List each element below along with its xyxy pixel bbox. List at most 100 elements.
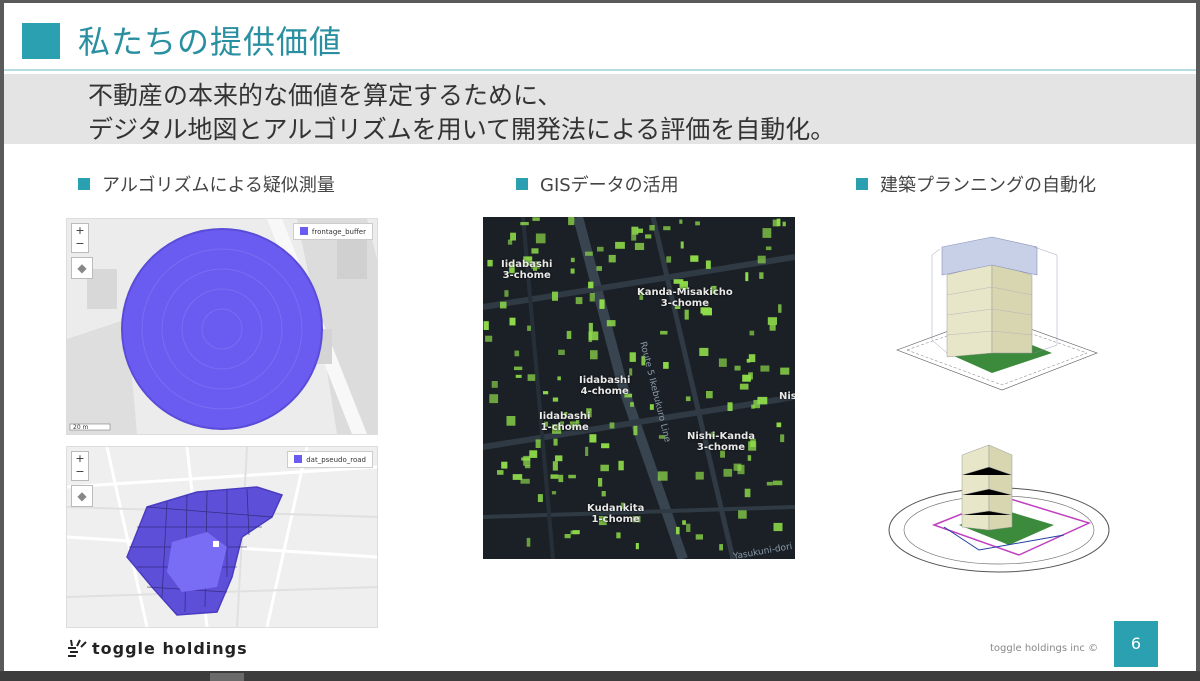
gis-building-footprint bbox=[772, 480, 783, 486]
gis-building-footprint bbox=[769, 324, 776, 331]
gis-building-footprint bbox=[666, 256, 672, 263]
subtitle-band: 不動産の本来的な価値を算定するために、 デジタル地図とアルゴリズムを用いて開発法… bbox=[4, 74, 1196, 144]
section-heading-survey: アルゴリズムによる疑似測量 bbox=[78, 171, 335, 197]
gis-building-footprint bbox=[507, 239, 513, 245]
brand-logo: toggle holdings bbox=[66, 639, 248, 658]
gis-building-footprint bbox=[759, 272, 764, 279]
gis-building-footprint bbox=[778, 304, 782, 313]
gis-building-footprint bbox=[589, 293, 595, 302]
gis-building-footprint bbox=[596, 266, 602, 271]
gis-building-footprint bbox=[765, 246, 772, 251]
gis-building-footprint bbox=[510, 232, 516, 241]
gis-building-footprint bbox=[557, 376, 561, 381]
gis-building-footprint bbox=[558, 349, 565, 355]
gis-building-footprint bbox=[570, 268, 575, 274]
gis-building-footprint bbox=[695, 534, 703, 540]
page-title: 私たちの提供価値 bbox=[78, 23, 343, 61]
gis-building-footprint bbox=[597, 246, 604, 252]
frontage-buffer-map[interactable]: + − ◆ frontage_buffer 20 m bbox=[66, 218, 378, 435]
gis-map: Iidabashi 3-chome Kanda-Misakicho 3-chome … bbox=[483, 217, 795, 559]
gis-building-footprint bbox=[663, 362, 669, 369]
pseudo-road-map[interactable]: + − ◆ dat_pseudo_road bbox=[66, 446, 378, 628]
gis-building-footprint bbox=[529, 450, 538, 458]
zoom-controls[interactable]: + − bbox=[71, 451, 89, 481]
gis-building-footprint bbox=[609, 422, 615, 429]
gis-building-footprint bbox=[660, 330, 668, 335]
gis-building-footprint bbox=[739, 383, 749, 390]
gis-building-footprint bbox=[552, 461, 558, 471]
map-legend: frontage_buffer bbox=[292, 223, 373, 240]
gis-building-footprint bbox=[566, 330, 572, 339]
gis-building-footprint bbox=[734, 365, 741, 371]
gis-building-footprint bbox=[685, 396, 691, 402]
gis-building-footprint bbox=[575, 297, 583, 305]
gis-building-footprint bbox=[772, 219, 779, 227]
gis-building-footprint bbox=[527, 325, 531, 331]
building-plan-render-1 bbox=[896, 236, 1098, 391]
gis-building-footprint bbox=[744, 488, 751, 498]
gis-building-footprint bbox=[606, 320, 616, 327]
zoom-controls[interactable]: + − bbox=[71, 223, 89, 253]
gis-building-footprint bbox=[483, 321, 489, 330]
gis-building-footprint bbox=[776, 422, 782, 428]
viewer-bottom-bar bbox=[0, 671, 1200, 681]
gis-building-footprint bbox=[780, 434, 785, 443]
viewer-scroll-thumb[interactable] bbox=[210, 673, 244, 681]
gis-building-footprint bbox=[514, 350, 520, 357]
layers-icon[interactable]: ◆ bbox=[71, 485, 93, 507]
zoom-in-button[interactable]: + bbox=[75, 452, 84, 465]
gis-building-footprint bbox=[695, 221, 700, 226]
gis-building-footprint bbox=[570, 257, 575, 263]
gis-building-footprint bbox=[509, 317, 516, 326]
gis-building-footprint bbox=[491, 381, 498, 388]
gis-building-footprint bbox=[663, 226, 671, 231]
gis-building-footprint bbox=[590, 350, 598, 360]
gis-building-footprint bbox=[504, 290, 509, 297]
zoom-in-button[interactable]: + bbox=[75, 224, 84, 237]
gis-building-footprint bbox=[733, 463, 742, 471]
gis-building-footprint bbox=[553, 438, 558, 446]
gis-building-footprint bbox=[684, 309, 689, 320]
zoom-out-button[interactable]: − bbox=[75, 237, 84, 250]
gis-building-footprint bbox=[679, 219, 683, 224]
gis-label-kudankita-1: Kudankita 1-chome bbox=[587, 503, 645, 525]
gis-building-footprint bbox=[630, 402, 634, 407]
gis-building-footprint bbox=[676, 526, 680, 535]
gis-label-iidabashi-1: Iidabashi 1-chome bbox=[539, 411, 591, 433]
gis-building-footprint bbox=[657, 471, 668, 481]
gis-label-nishi-kanda-3: Nishi-Kanda 3-chome bbox=[687, 431, 755, 453]
gis-building-footprint bbox=[515, 374, 522, 378]
subtitle-line-1: 不動産の本来的な価値を算定するために、 bbox=[88, 81, 563, 110]
gis-building-footprint bbox=[487, 259, 493, 267]
bullet-square-icon bbox=[856, 178, 868, 190]
gis-building-footprint bbox=[588, 281, 594, 289]
gis-building-footprint bbox=[757, 255, 766, 264]
gis-building-footprint bbox=[506, 416, 516, 426]
gis-building-footprint bbox=[526, 537, 531, 547]
gis-label-iidabashi-3: Iidabashi 3-chome bbox=[501, 259, 553, 281]
zoom-out-button[interactable]: − bbox=[75, 465, 84, 478]
gis-building-footprint bbox=[629, 352, 636, 362]
gis-building-footprint bbox=[520, 222, 529, 226]
page-number: 6 bbox=[1114, 621, 1158, 667]
layers-icon[interactable]: ◆ bbox=[71, 257, 93, 279]
gis-building-footprint bbox=[537, 494, 543, 502]
gis-building-footprint bbox=[543, 391, 549, 395]
gis-building-footprint bbox=[686, 523, 691, 532]
copyright-text: toggle holdings inc © bbox=[990, 643, 1099, 654]
title-marker bbox=[22, 23, 60, 59]
gis-building-footprint bbox=[550, 474, 559, 479]
gis-building-footprint bbox=[555, 455, 563, 462]
gis-building-footprint bbox=[551, 491, 557, 495]
gis-building-footprint bbox=[773, 522, 783, 532]
gis-building-footprint bbox=[633, 425, 638, 436]
gis-building-footprint bbox=[601, 491, 606, 497]
gis-building-footprint bbox=[524, 465, 531, 469]
gis-building-footprint bbox=[616, 532, 621, 539]
gis-building-footprint bbox=[501, 461, 508, 469]
gis-building-footprint bbox=[535, 233, 546, 244]
gis-building-footprint bbox=[618, 460, 624, 471]
gis-building-footprint bbox=[599, 299, 605, 309]
gis-building-footprint bbox=[746, 358, 751, 363]
gis-building-footprint bbox=[531, 248, 539, 254]
